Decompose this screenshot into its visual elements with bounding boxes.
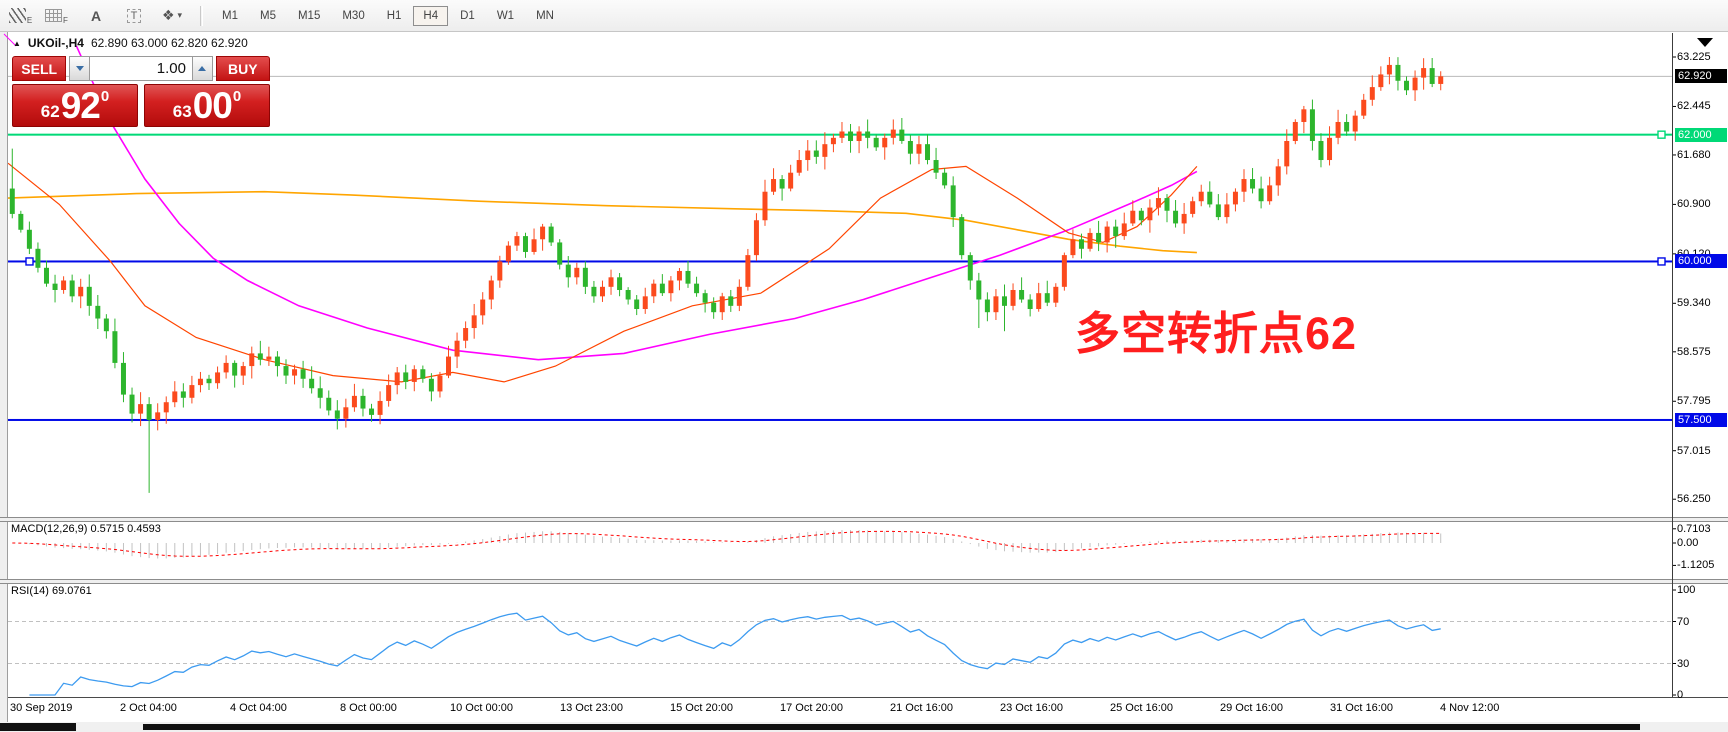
window-left-border — [0, 32, 8, 722]
rsi-splitter[interactable] — [0, 579, 1728, 584]
buy-price-tile[interactable]: 63 00 0 — [144, 84, 270, 127]
timeframe-button-m30[interactable]: M30 — [332, 6, 374, 26]
price-label-61.680: 61.680 — [1677, 148, 1727, 162]
volume-decrease-button[interactable] — [69, 56, 90, 81]
timeframe-button-m1[interactable]: M1 — [212, 6, 248, 26]
cursor-mode-icon[interactable]: ❖ ▾ — [160, 4, 184, 28]
rsi-line — [29, 613, 1440, 695]
rsi-scale-70: 70 — [1677, 616, 1689, 629]
cursor-glyph: ❖ — [162, 7, 175, 24]
rsi-label: RSI(14) 69.0761 — [11, 585, 92, 597]
price-label-58.575: 58.575 — [1677, 345, 1727, 359]
volume-input[interactable] — [90, 56, 192, 81]
time-label-0: 30 Sep 2019 — [10, 701, 72, 715]
price-label-59.340: 59.340 — [1677, 296, 1727, 310]
chart-title: ▲ UKOil-,H4 62.890 63.000 62.820 62.920 — [13, 36, 248, 50]
timeframe-button-m5[interactable]: M5 — [250, 6, 286, 26]
macd-scale--1.1205: -1.1205 — [1677, 559, 1714, 572]
text-label-icon[interactable]: A — [84, 4, 108, 28]
triangle-up-icon — [198, 66, 206, 71]
price-label-56.250: 56.250 — [1677, 492, 1727, 506]
sell-price-handle: 62 — [41, 102, 60, 122]
macd-scale-0.7103: 0.7103 — [1677, 523, 1711, 536]
h-scrollbar-thumb[interactable] — [143, 724, 1640, 730]
price-label-60.000: 60.000 — [1675, 254, 1727, 268]
price-axis-border — [1672, 33, 1673, 697]
symbol-timeframe: UKOil-,H4 — [28, 36, 84, 50]
trade-prices-row: 62 92 0 63 00 0 — [12, 84, 270, 127]
timeframe-button-mn[interactable]: MN — [526, 6, 564, 26]
dropdown-caret-icon[interactable]: ▾ — [178, 10, 183, 21]
buy-price-pip: 0 — [233, 88, 241, 105]
time-label-8: 21 Oct 16:00 — [890, 701, 953, 715]
timeframe-bar: M1M5M15M30H1H4D1W1MN — [211, 6, 565, 26]
time-label-1: 2 Oct 04:00 — [120, 701, 177, 715]
price-label-62.445: 62.445 — [1677, 99, 1727, 113]
rsi-scale-30: 30 — [1677, 658, 1689, 671]
time-label-12: 31 Oct 16:00 — [1330, 701, 1393, 715]
macd-splitter[interactable] — [0, 517, 1728, 522]
sell-button[interactable]: SELL — [12, 56, 66, 81]
sell-price-tile[interactable]: 62 92 0 — [12, 84, 138, 127]
rsi-scale-100: 100 — [1677, 584, 1695, 597]
grid-f-sub: F — [63, 16, 68, 25]
grid-f-icon[interactable]: F — [44, 4, 68, 28]
ma-slow-orange — [8, 192, 1197, 253]
rsi-scale-0: 0 — [1677, 689, 1683, 702]
price-label-57.795: 57.795 — [1677, 394, 1727, 408]
triangle-down-icon — [76, 66, 84, 71]
chart-marker-icon: ▲ — [13, 39, 21, 48]
buy-button[interactable]: BUY — [216, 56, 270, 81]
text-box-icon[interactable]: T — [122, 4, 146, 28]
ma-fast-red — [8, 163, 1197, 382]
bottom-bar-segment — [0, 723, 76, 731]
hatch-e-icon[interactable]: E — [8, 4, 32, 28]
time-label-3: 8 Oct 00:00 — [340, 701, 397, 715]
price-label-63.225: 63.225 — [1677, 50, 1727, 64]
timeframe-button-d1[interactable]: D1 — [450, 6, 485, 26]
timeframe-button-h4[interactable]: H4 — [413, 6, 448, 26]
buy-price-handle: 63 — [173, 102, 192, 122]
chart-annotation-text[interactable]: 多空转折点62 — [1075, 297, 1357, 362]
time-label-6: 15 Oct 20:00 — [670, 701, 733, 715]
buy-price-big: 00 — [193, 85, 232, 127]
time-label-7: 17 Oct 20:00 — [780, 701, 843, 715]
chart-shift-triangle-icon[interactable] — [1697, 38, 1713, 47]
top-toolbar: E F A T ❖ ▾ M1M5M15M30H1H4D1W1MN — [0, 0, 1728, 32]
time-label-5: 13 Oct 23:00 — [560, 701, 623, 715]
time-label-9: 23 Oct 16:00 — [1000, 701, 1063, 715]
text-box-glyph: T — [127, 9, 142, 23]
price-label-60.900: 60.900 — [1677, 197, 1727, 211]
hatch-e-sub: E — [27, 16, 32, 25]
price-label-62.920: 62.920 — [1675, 69, 1727, 83]
ohlc-values: 62.890 63.000 62.820 62.920 — [91, 36, 248, 50]
time-label-4: 10 Oct 00:00 — [450, 701, 513, 715]
sell-price-pip: 0 — [101, 88, 109, 105]
time-axis-border — [8, 697, 1728, 698]
hatch-glyph — [9, 8, 26, 23]
time-label-13: 4 Nov 12:00 — [1440, 701, 1499, 715]
macd-scale-0.00: 0.00 — [1677, 537, 1698, 550]
timeframe-button-h1[interactable]: H1 — [377, 6, 412, 26]
time-label-11: 29 Oct 16:00 — [1220, 701, 1283, 715]
volume-increase-button[interactable] — [192, 56, 213, 81]
sell-price-big: 92 — [61, 85, 100, 127]
toolbar-separator — [200, 6, 203, 26]
macd-label: MACD(12,26,9) 0.5715 0.4593 — [11, 523, 161, 535]
timeframe-button-m15[interactable]: M15 — [288, 6, 330, 26]
grid-glyph — [45, 9, 62, 22]
time-label-10: 25 Oct 16:00 — [1110, 701, 1173, 715]
price-label-57.015: 57.015 — [1677, 444, 1727, 458]
price-label-62.000: 62.000 — [1675, 128, 1727, 142]
time-label-2: 4 Oct 04:00 — [230, 701, 287, 715]
one-click-trading-panel: SELL BUY 62 92 0 63 00 0 — [12, 56, 270, 127]
trade-controls-row: SELL BUY — [12, 56, 270, 81]
price-label-57.500: 57.500 — [1675, 413, 1727, 427]
timeframe-button-w1[interactable]: W1 — [487, 6, 524, 26]
